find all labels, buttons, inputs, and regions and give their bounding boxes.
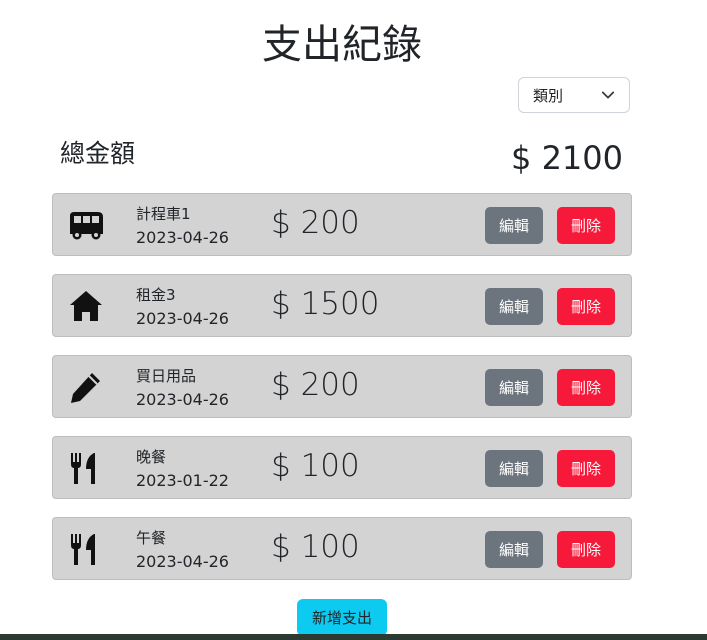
- record-name: 租金3: [136, 286, 176, 304]
- chevron-down-icon: [601, 88, 615, 102]
- record-name: 買日用品: [136, 367, 197, 385]
- utensils-icon: [67, 449, 105, 487]
- record-name: 午餐: [136, 529, 167, 547]
- record-date: 2023-04-26: [136, 390, 229, 409]
- total-label: 總金額: [60, 139, 136, 168]
- edit-button[interactable]: 編輯: [485, 288, 543, 325]
- record-date: 2023-01-22: [136, 471, 229, 490]
- record-amount: $ 200: [271, 205, 360, 241]
- edit-button[interactable]: 編輯: [485, 369, 543, 406]
- expense-record: 晚餐 2023-01-22 $ 100 編輯 刪除: [52, 436, 632, 499]
- total-amount: $ 2100: [511, 139, 623, 177]
- record-amount: $ 100: [271, 448, 360, 484]
- record-name: 晚餐: [136, 448, 167, 466]
- bottom-bar: [0, 634, 707, 640]
- delete-button[interactable]: 刪除: [557, 207, 615, 244]
- page-title: 支出紀錄: [262, 22, 422, 68]
- category-select[interactable]: 類別: [518, 77, 630, 113]
- record-date: 2023-04-26: [136, 552, 229, 571]
- expense-record: 午餐 2023-04-26 $ 100 編輯 刪除: [52, 517, 632, 580]
- record-amount: $ 100: [271, 529, 360, 565]
- pencil-icon: [67, 368, 105, 406]
- expense-record: 租金3 2023-04-26 $ 1500 編輯 刪除: [52, 274, 632, 337]
- record-date: 2023-04-26: [136, 228, 229, 247]
- home-icon: [67, 287, 105, 325]
- expense-list: 計程車1 2023-04-26 $ 200 編輯 刪除 租金3 2023-04-…: [52, 193, 632, 598]
- add-expense-button[interactable]: 新增支出: [297, 599, 387, 636]
- delete-button[interactable]: 刪除: [557, 450, 615, 487]
- utensils-icon: [67, 530, 105, 568]
- edit-button[interactable]: 編輯: [485, 531, 543, 568]
- record-amount: $ 1500: [271, 286, 380, 322]
- bus-icon: [67, 206, 105, 244]
- category-select-value: 類別: [533, 86, 564, 105]
- expense-record: 買日用品 2023-04-26 $ 200 編輯 刪除: [52, 355, 632, 418]
- edit-button[interactable]: 編輯: [485, 207, 543, 244]
- record-date: 2023-04-26: [136, 309, 229, 328]
- edit-button[interactable]: 編輯: [485, 450, 543, 487]
- delete-button[interactable]: 刪除: [557, 369, 615, 406]
- delete-button[interactable]: 刪除: [557, 288, 615, 325]
- expense-record: 計程車1 2023-04-26 $ 200 編輯 刪除: [52, 193, 632, 256]
- delete-button[interactable]: 刪除: [557, 531, 615, 568]
- record-name: 計程車1: [136, 205, 191, 223]
- record-amount: $ 200: [271, 367, 360, 403]
